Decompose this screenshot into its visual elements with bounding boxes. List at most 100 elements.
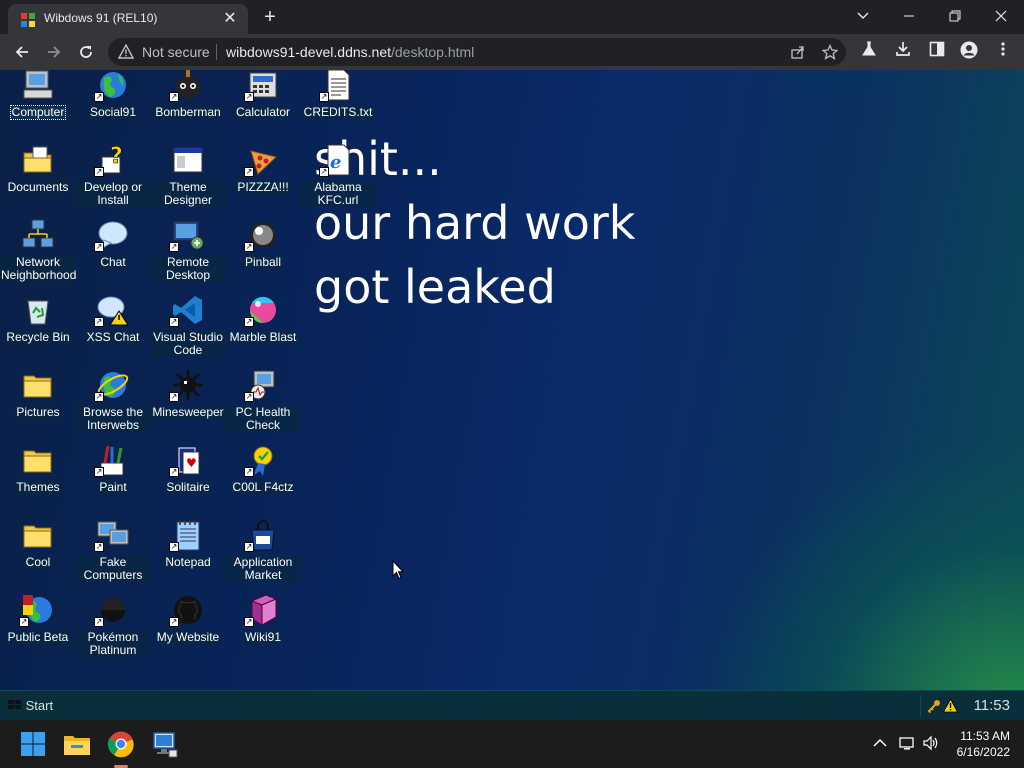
desktop-icon-visual-studio-code[interactable]: Visual Studio Code ↗: [150, 293, 226, 359]
url-path: /desktop.html: [391, 44, 475, 60]
reload-button[interactable]: [74, 40, 98, 64]
shortcut-arrow-icon: ↗: [94, 317, 104, 327]
forward-button[interactable]: [42, 40, 66, 64]
close-window-button[interactable]: [978, 0, 1024, 32]
desktop-icon-paint[interactable]: Paint ↗: [75, 443, 151, 496]
browser-toolbar: Not secure wibdows91-devel.ddns.net/desk…: [0, 34, 1024, 70]
desktop-icon-public-beta[interactable]: Public Beta ↗: [0, 593, 76, 646]
desktop-icon-notepad[interactable]: Notepad ↗: [150, 518, 226, 571]
desktop-icon-social91[interactable]: Social91 ↗: [75, 70, 151, 121]
desktop-icon-pizzza[interactable]: PIZZZA!!! ↗: [225, 143, 301, 196]
desktop-icon-pok-mon-platinum[interactable]: Pokémon Platinum ↗: [75, 593, 151, 659]
start-button[interactable]: Start: [4, 696, 57, 716]
shortcut-arrow-icon: ↗: [94, 167, 104, 177]
key-icon[interactable]: [927, 699, 941, 713]
desktop-icon-label: Alabama KFC.url: [300, 181, 376, 207]
tab-search-chevron-icon[interactable]: [840, 0, 886, 32]
volume-icon[interactable]: [922, 734, 940, 752]
shortcut-arrow-icon: ↗: [244, 542, 254, 552]
share-icon[interactable]: [788, 42, 808, 62]
shortcut-arrow-icon: ↗: [169, 467, 179, 477]
desktop-icon-pictures[interactable]: Pictures: [0, 368, 76, 421]
desktop-icon-wiki91[interactable]: Wiki91 ↗: [225, 593, 301, 646]
desktop-icon-fake-computers[interactable]: Fake Computers ↗: [75, 518, 151, 584]
desktop-icon-label: Develop or Install: [75, 181, 151, 207]
url-host: wibdows91-devel.ddns.net: [226, 44, 391, 60]
warning-icon[interactable]: [118, 44, 134, 60]
browser-tab[interactable]: Wibdows 91 (REL10) ✕: [8, 4, 248, 34]
tab-close-icon[interactable]: ✕: [220, 9, 240, 29]
url-text[interactable]: wibdows91-devel.ddns.net/desktop.html: [226, 44, 474, 60]
desktop-icon-label: Paint: [98, 480, 128, 494]
chrome-icon[interactable]: [107, 730, 135, 758]
desktop-icon-browse-the-interwebs[interactable]: Browse the Interwebs ↗: [75, 368, 151, 434]
shortcut-arrow-icon: ↗: [244, 617, 254, 627]
minimize-button[interactable]: [886, 0, 932, 32]
desktop-icon-label: Chat: [99, 255, 127, 269]
wibdows-desktop[interactable]: shit... our hard work got leaked Compute…: [0, 70, 1024, 720]
profile-avatar-icon[interactable]: [958, 41, 980, 63]
remote-desktop-app-icon[interactable]: [151, 730, 179, 758]
wibdows-clock[interactable]: 11:53: [974, 697, 1010, 714]
side-panel-icon[interactable]: [926, 41, 948, 63]
back-button[interactable]: [10, 40, 34, 64]
wibdows-system-tray: 11:53: [920, 695, 1020, 717]
new-tab-button[interactable]: +: [258, 6, 282, 30]
shortcut-arrow-icon: ↗: [319, 167, 329, 177]
desktop-icon-documents[interactable]: Documents: [0, 143, 76, 196]
browser-tab-strip: Wibdows 91 (REL10) ✕ +: [0, 0, 1024, 34]
warning-tray-icon[interactable]: [943, 698, 958, 713]
file-explorer-icon[interactable]: [63, 730, 91, 758]
shortcut-arrow-icon: ↗: [94, 392, 104, 402]
desktop-icon-marble-blast[interactable]: Marble Blast ↗: [225, 293, 301, 346]
desktop-icon-chat[interactable]: Chat ↗: [75, 218, 151, 271]
desktop-icon-label: Pictures: [15, 405, 61, 419]
desktop-icon-credits-txt[interactable]: CREDITS.txt ↗: [300, 70, 376, 121]
desktop-icon-themes[interactable]: Themes: [0, 443, 76, 496]
desktop-icon-xss-chat[interactable]: XSS Chat ↗: [75, 293, 151, 346]
desktop-icon-label: Network Neighborhood: [0, 255, 77, 282]
desktop-icon-pinball[interactable]: Pinball ↗: [225, 218, 301, 271]
shortcut-arrow-icon: ↗: [244, 392, 254, 402]
desktop-icon-calculator[interactable]: Calculator ↗: [225, 70, 301, 121]
shortcut-arrow-icon: ↗: [94, 242, 104, 252]
desktop-icon-computer[interactable]: Computer: [0, 70, 76, 121]
bookmark-star-icon[interactable]: [820, 42, 840, 62]
desktop-icon-solitaire[interactable]: ♥ Solitaire ↗: [150, 443, 226, 496]
desktop-icon-label: Themes: [15, 480, 61, 494]
desktop-icon-network-neighborhood[interactable]: Network Neighborhood: [0, 218, 76, 284]
desktop-icon-cool[interactable]: Cool: [0, 518, 76, 571]
desktop-icon-label: XSS Chat: [85, 330, 141, 344]
show-hidden-icons-chevron-icon[interactable]: [871, 734, 889, 752]
wibdows-logo-icon: [8, 700, 21, 709]
network-status-icon[interactable]: [898, 734, 916, 752]
desktop-icon-label: Pokémon Platinum: [75, 631, 151, 657]
address-bar[interactable]: Not secure wibdows91-devel.ddns.net/desk…: [108, 38, 846, 66]
desktop-icon-develop-or-install[interactable]: ? Develop or Install ↗: [75, 143, 151, 209]
download-icon[interactable]: [892, 41, 914, 63]
desktop-icon-label: Solitaire: [165, 480, 211, 494]
desktop-icon-recycle-bin[interactable]: Recycle Bin: [0, 293, 76, 346]
desktop-icon-alabama-kfc-url[interactable]: e Alabama KFC.url ↗: [300, 143, 376, 209]
folder-icon: [23, 450, 52, 473]
labs-flask-icon[interactable]: [858, 41, 880, 63]
desktop-icon-my-website[interactable]: My Website ↗: [150, 593, 226, 646]
svg-text:?: ?: [110, 144, 123, 169]
desktop-icon-remote-desktop[interactable]: Remote Desktop ↗: [150, 218, 226, 284]
not-secure-label[interactable]: Not secure: [142, 44, 210, 60]
desktop-icon-minesweeper[interactable]: Minesweeper ↗: [150, 368, 226, 421]
windows-start-icon[interactable]: [19, 730, 47, 758]
desktop-icon-bomberman[interactable]: Bomberman ↗: [150, 70, 226, 121]
restore-button[interactable]: [932, 0, 978, 32]
os-clock[interactable]: 11:53 AM 6/16/2022: [957, 728, 1010, 760]
browser-menu-icon[interactable]: [992, 41, 1014, 63]
desktop-icon-theme-designer[interactable]: Theme Designer: [150, 143, 226, 209]
wibdows-taskbar: Start 11:53: [0, 690, 1024, 720]
desktop-icon-label: C00L F4ctz: [231, 480, 295, 494]
desktop-icon-pc-health-check[interactable]: PC Health Check ↗: [225, 368, 301, 434]
desktop-icon-c00l-f4ctz[interactable]: C00L F4ctz ↗: [225, 443, 301, 496]
desktop-icon-application-market[interactable]: Application Market ↗: [225, 518, 301, 584]
desktop-icon-label: Visual Studio Code: [150, 331, 226, 357]
desktop-icon-label: Pinball: [243, 255, 283, 269]
shortcut-arrow-icon: ↗: [94, 92, 104, 102]
